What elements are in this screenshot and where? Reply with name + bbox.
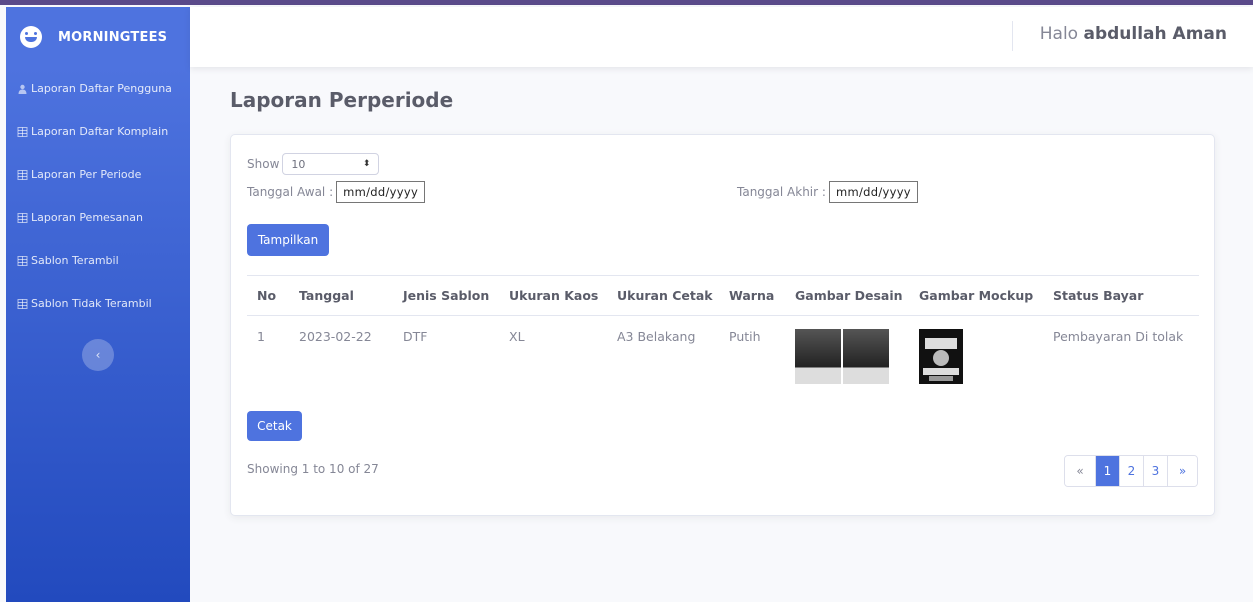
topbar-divider <box>1012 21 1013 51</box>
topbar: Halo abdullah Aman <box>190 7 1253 67</box>
pagination-next[interactable]: » <box>1167 456 1197 486</box>
show-entries-value: 10 <box>291 157 306 171</box>
cell-ukuran-cetak: A3 Belakang <box>617 329 696 344</box>
column-header[interactable]: Ukuran Kaos <box>499 276 607 316</box>
chevron-left-icon: ‹ <box>95 348 101 362</box>
column-header[interactable]: No <box>247 276 289 316</box>
cell-status-bayar: Pembayaran Di tolak <box>1053 329 1184 344</box>
show-entries: Show 10 ⬍ <box>247 153 380 175</box>
sidebar-item-pemesanan[interactable]: Laporan Pemesanan <box>6 196 190 239</box>
user-icon <box>18 84 27 94</box>
sidebar-toggle-button[interactable]: ‹ <box>82 339 114 371</box>
cell-warna: Putih <box>729 329 761 344</box>
tampilkan-button[interactable]: Tampilkan <box>247 224 329 256</box>
end-date-row: Tanggal Akhir : mm/dd/yyyy <box>737 181 918 203</box>
table-icon <box>17 126 28 137</box>
table-row: 1 2023-02-22 DTF XL A3 Belakang Putih Pe… <box>247 316 1199 396</box>
pagination-page-3[interactable]: 3 <box>1143 456 1167 486</box>
mockup-graphic <box>919 329 963 384</box>
mockup-image[interactable] <box>919 329 963 384</box>
design-image-back[interactable] <box>843 329 889 384</box>
pagination-page-2[interactable]: 2 <box>1119 456 1143 486</box>
cell-no: 1 <box>257 329 265 344</box>
cell-tanggal: 2023-02-22 <box>299 329 372 344</box>
sidebar-item-sablon-terambil[interactable]: Sablon Terambil <box>6 239 190 282</box>
report-table: No Tanggal Jenis Sablon Ukuran Kaos Ukur… <box>247 275 1199 396</box>
start-date-row: Tanggal Awal : mm/dd/yyyy <box>247 181 426 203</box>
sidebar: MORNINGTEES Laporan Daftar Pengguna Lapo… <box>6 7 190 602</box>
column-header[interactable]: Ukuran Cetak <box>607 276 719 316</box>
cell-ukuran-kaos: XL <box>509 329 525 344</box>
cell-gambar-mockup <box>909 316 1043 396</box>
brand-link[interactable]: MORNINGTEES <box>6 7 190 67</box>
pagination-page-1[interactable]: 1 <box>1095 456 1119 486</box>
greeting-text: Halo <box>1039 24 1079 44</box>
column-header[interactable]: Gambar Mockup <box>909 276 1043 316</box>
show-entries-select[interactable]: 10 ⬍ <box>282 153 380 175</box>
table-icon <box>17 212 28 223</box>
sidebar-item-label: Sablon Terambil <box>31 254 119 267</box>
sidebar-nav: Laporan Daftar Pengguna Laporan Daftar K… <box>6 67 190 325</box>
pagination-prev[interactable]: « <box>1065 456 1095 486</box>
column-header[interactable]: Tanggal <box>289 276 393 316</box>
end-date-label: Tanggal Akhir : <box>737 185 826 199</box>
cell-jenis-sablon: DTF <box>403 329 428 344</box>
design-image-front[interactable] <box>795 329 841 384</box>
top-accent-bar <box>0 0 1253 5</box>
cell-gambar-desain <box>785 316 909 396</box>
table-icon <box>17 169 28 180</box>
sidebar-item-daftar-komplain[interactable]: Laporan Daftar Komplain <box>6 110 190 153</box>
cetak-button[interactable]: Cetak <box>247 411 302 441</box>
sidebar-item-label: Laporan Daftar Komplain <box>31 125 169 138</box>
sidebar-item-sablon-tidak-terambil[interactable]: Sablon Tidak Terambil <box>6 282 190 325</box>
start-date-input[interactable]: mm/dd/yyyy <box>336 181 426 203</box>
show-label: Show <box>247 157 280 171</box>
sidebar-item-label: Laporan Pemesanan <box>31 211 143 224</box>
sidebar-item-per-periode[interactable]: Laporan Per Periode <box>6 153 190 196</box>
table-info: Showing 1 to 10 of 27 <box>247 462 379 476</box>
end-date-input[interactable]: mm/dd/yyyy <box>828 181 918 203</box>
sidebar-item-label: Sablon Tidak Terambil <box>31 297 152 310</box>
user-name: abdullah Aman <box>1083 24 1227 44</box>
brand-name: MORNINGTEES <box>58 29 168 45</box>
table-icon <box>17 298 28 309</box>
laugh-icon <box>20 26 42 48</box>
report-card: Show 10 ⬍ Tanggal Awal : mm/dd/yyyy Tang… <box>230 134 1215 516</box>
user-menu[interactable]: Halo abdullah Aman <box>1040 24 1227 44</box>
column-header[interactable]: Status Bayar <box>1043 276 1199 316</box>
start-date-label: Tanggal Awal : <box>247 185 334 199</box>
table-icon <box>17 255 28 266</box>
sidebar-item-label: Laporan Daftar Pengguna <box>31 82 172 95</box>
select-arrows-icon: ⬍ <box>362 159 371 169</box>
sidebar-item-label: Laporan Per Periode <box>31 168 142 181</box>
column-header[interactable]: Warna <box>719 276 785 316</box>
column-header[interactable]: Jenis Sablon <box>393 276 499 316</box>
pagination: « 1 2 3 » <box>1064 455 1198 487</box>
table-header-row: No Tanggal Jenis Sablon Ukuran Kaos Ukur… <box>247 275 1199 316</box>
page-title: Laporan Perperiode <box>230 88 454 112</box>
column-header[interactable]: Gambar Desain <box>785 276 909 316</box>
sidebar-item-daftar-pengguna[interactable]: Laporan Daftar Pengguna <box>6 67 190 110</box>
